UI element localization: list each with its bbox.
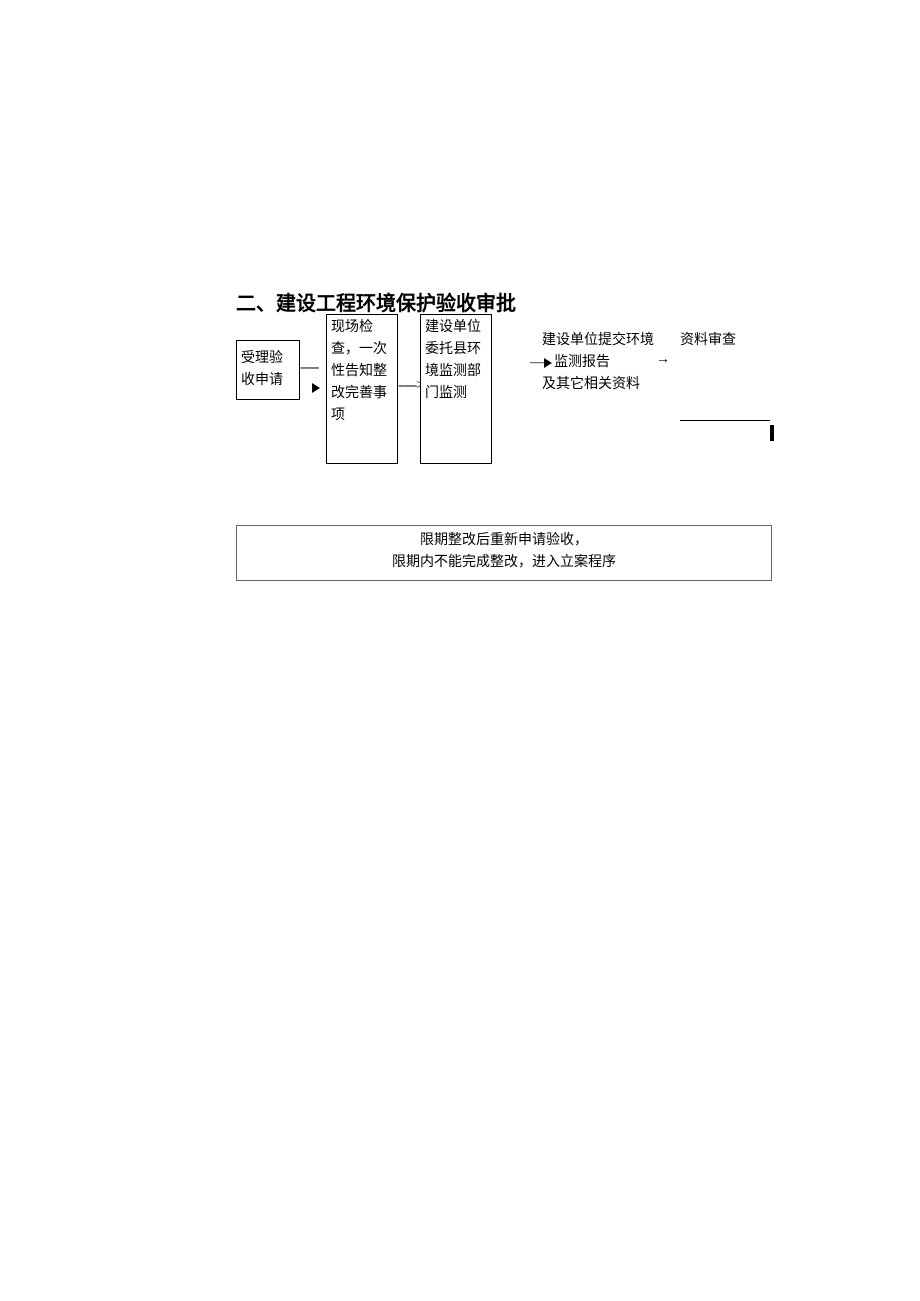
section-title: 二、建设工程环境保护验收审批 [236, 287, 516, 316]
connector-dash-1: ----- [300, 360, 318, 376]
text4-line1: 建设单位提交环境 [542, 330, 670, 352]
bottom-line1: 限期整改后重新申请验收， [237, 530, 771, 552]
flow-text-review: 资料审查 [680, 330, 760, 352]
underline [680, 420, 770, 421]
arrow-triangle-icon [312, 383, 320, 393]
box3-text: 建设单位委托县环境监测部门监测 [425, 320, 481, 401]
arrow-prefix-2: — [530, 355, 544, 370]
arrow-1 [312, 380, 320, 396]
text4-line3: 及其它相关资料 [542, 374, 670, 396]
arrow-triangle-2-icon [544, 358, 552, 368]
text4-line2: 监测报告 [554, 355, 610, 370]
flow-box-accept-application: 受理验收申请 [236, 340, 300, 400]
bottom-line2: 限期内不能完成整改，进入立案程序 [237, 552, 771, 574]
flow-text-submit-report: 建设单位提交环境 — 监测报告 及其它相关资料 [530, 330, 670, 396]
flow-box-entrust-monitor: 建设单位委托县环境监测部门监测 [420, 314, 492, 464]
tick-mark [770, 425, 774, 441]
text4-line2-row: — 监测报告 [530, 352, 670, 374]
flow-box-onsite-check: 现场检查，一次性告知整改完善事项 [326, 314, 398, 464]
flow-box-rectification: 限期整改后重新申请验收， 限期内不能完成整改，进入立案程序 [236, 525, 772, 581]
arrow-mid: → [656, 352, 670, 368]
box1-text: 受理验收申请 [241, 348, 295, 392]
box2-text: 现场检查，一次性告知整改完善事项 [331, 320, 387, 423]
